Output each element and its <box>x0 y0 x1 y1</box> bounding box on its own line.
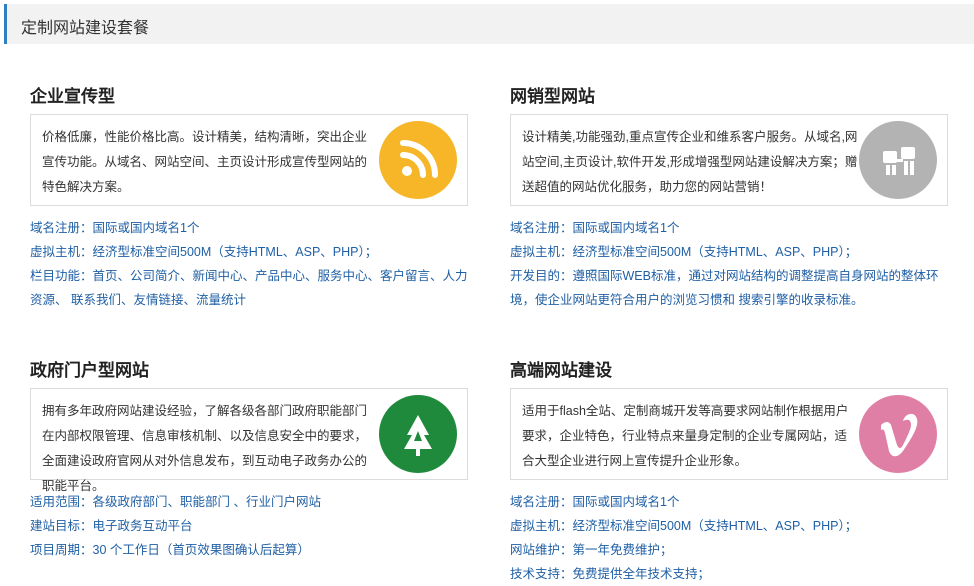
card-title: 网销型网站 <box>510 87 595 106</box>
card-description-box: 适用于flash全站、定制商城开发等高要求网站制作根据用户要求，企业特色，行业特… <box>510 388 948 480</box>
rss-icon <box>379 121 457 199</box>
card-description: 价格低廉，性能价格比高。设计精美，结构清晰，突出企业宣传功能。从域名、网站空间、… <box>42 130 368 194</box>
card-detail-item: 域名注册：国际或国内域名1个 <box>510 495 680 509</box>
card-description-box: 设计精美,功能强劲,重点宣传企业和维系客户服务。从域名,网站空间,主页设计,软件… <box>510 114 948 206</box>
card-detail-item: 虚拟主机：经济型标准空间500M（支持HTML、ASP、PHP）； <box>30 245 378 259</box>
card-detail-item: 域名注册：国际或国内域名1个 <box>30 221 200 235</box>
section-header: 定制网站建设套餐 <box>4 4 974 44</box>
card-detail-item: 网站维护：第一年免费维护； <box>510 543 673 557</box>
card-detail-item: 虚拟主机：经济型标准空间500M（支持HTML、ASP、PHP）； <box>510 519 858 533</box>
card-title: 企业宣传型 <box>30 87 115 106</box>
card-detail-list: 域名注册：国际或国内域名1个 虚拟主机：经济型标准空间500M（支持HTML、A… <box>510 490 950 586</box>
card-detail-list: 域名注册：国际或国内域名1个 虚拟主机：经济型标准空间500M（支持HTML、A… <box>30 216 470 312</box>
card-detail-item: 开发目的：遵照国际WEB标准，通过对网站结构的调整提高自身网站的整体环境，使企业… <box>510 269 939 307</box>
card-description: 适用于flash全站、定制商城开发等高要求网站制作根据用户要求，企业特色，行业特… <box>522 404 849 468</box>
card-detail-item: 项目周期：30 个工作日（首页效果图确认后起算） <box>30 543 310 557</box>
vimeo-icon <box>859 395 937 473</box>
card-description-box: 价格低廉，性能价格比高。设计精美，结构清晰，突出企业宣传功能。从域名、网站空间、… <box>30 114 468 206</box>
card-title: 高端网站建设 <box>510 361 612 380</box>
tree-icon <box>379 395 457 473</box>
card-detail-item: 建站目标：电子政务互动平台 <box>30 519 193 533</box>
card-description: 设计精美,功能强劲,重点宣传企业和维系客户服务。从域名,网站空间,主页设计,软件… <box>522 130 858 194</box>
card-detail-list: 适用范围：各级政府部门、职能部门 、行业门户网站 建站目标：电子政务互动平台 项… <box>30 490 470 562</box>
card-detail-item: 虚拟主机：经济型标准空间500M（支持HTML、ASP、PHP）； <box>510 245 858 259</box>
card-title: 政府门户型网站 <box>30 361 149 380</box>
card-description: 拥有多年政府网站建设经验，了解各级各部门政府职能部门在内部权限管理、信息审核机制… <box>42 404 368 493</box>
card-detail-item: 技术支持：免费提供全年技术支持； <box>510 567 711 581</box>
user-network-icon <box>859 121 937 199</box>
card-description-box: 拥有多年政府网站建设经验，了解各级各部门政府职能部门在内部权限管理、信息审核机制… <box>30 388 468 493</box>
card-detail-item: 栏目功能：首页、公司简介、新闻中心、产品中心、服务中心、客户留言、人力资源、 联… <box>30 269 468 307</box>
card-detail-item: 适用范围：各级政府部门、职能部门 、行业门户网站 <box>30 495 321 509</box>
card-detail-item: 域名注册：国际或国内域名1个 <box>510 221 680 235</box>
section-title: 定制网站建设套餐 <box>21 20 150 37</box>
card-detail-list: 域名注册：国际或国内域名1个 虚拟主机：经济型标准空间500M（支持HTML、A… <box>510 216 950 312</box>
